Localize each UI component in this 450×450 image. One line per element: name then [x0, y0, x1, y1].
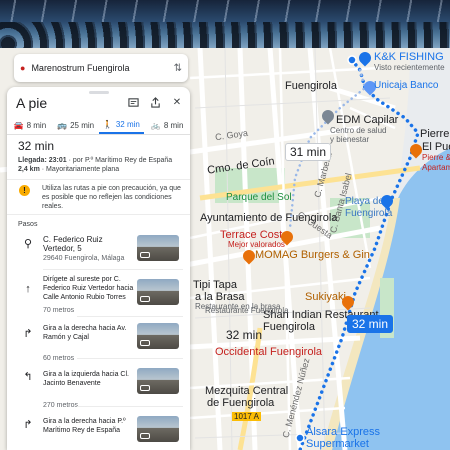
poi-alsara[interactable]: Alsara Express [306, 426, 380, 438]
directions-options-icon[interactable] [126, 95, 140, 109]
warning-icon: ! [19, 185, 30, 196]
poi-el-puerto[interactable]: El Puerto [422, 141, 450, 153]
destination-text: Marenostrum Fuengirola [31, 63, 130, 73]
turn-left-icon: ↰ [23, 371, 33, 383]
poi-pierre-sub: Pierre & V [422, 153, 450, 162]
route-duration-alt[interactable]: 31 min [285, 143, 332, 161]
poi-edm-sub: Centro de salud y bienestar [330, 126, 387, 144]
poi-shan-2: Fuengirola [263, 321, 315, 333]
warning-text: Utiliza las rutas a pie con precaución, … [42, 185, 181, 210]
turn-right-icon: ↱ [23, 328, 33, 340]
route-distance: 2,4 km [18, 166, 40, 173]
distance-line: 2,4 km · Mayoritariamente plana [18, 166, 120, 173]
poi-supermarket: Supermarket [306, 438, 369, 450]
travel-mode-tabs: 🚘 8 min 🚌 25 min 🚶 32 min 🚲 8 min [7, 117, 190, 135]
route-summary: 32 min Llegada: 23:01 · por P.º Marítimo… [18, 139, 172, 173]
road-shield-1017a: 1017 A [232, 412, 261, 421]
route-duration-lower[interactable]: 32 min [222, 327, 266, 343]
poi-tipi-tapa[interactable]: Tipi Tapa [193, 279, 237, 291]
street-view-thumbnail[interactable] [137, 416, 179, 442]
route-duration-selected[interactable]: 32 min [347, 315, 394, 333]
steps-heading: Pasos [18, 221, 38, 228]
bike-icon: 🚲 [150, 121, 161, 130]
street-view-thumbnail[interactable] [137, 279, 179, 305]
route-duration: 32 min [18, 139, 55, 153]
car-icon: 🚘 [13, 121, 24, 130]
poi-apartamento: Apartame [422, 163, 450, 172]
screen: K&K FISHING Visto recientemente Unicaja … [0, 0, 450, 450]
turn-right-icon: ↱ [23, 419, 33, 431]
close-icon[interactable]: ✕ [170, 95, 184, 109]
poi-mezquita-2: de Fuengirola [207, 397, 275, 409]
poi-mezquita[interactable]: Mezquita Central [205, 385, 288, 397]
share-icon[interactable] [148, 95, 162, 109]
poi-momag[interactable]: MOMAG Burgers & Gin [255, 249, 370, 261]
street-view-thumbnail[interactable] [137, 235, 179, 261]
poi-ayuntamiento[interactable]: Ayuntamiento de Fuengirola [200, 212, 337, 224]
arrival-time: 23:01 [48, 157, 67, 164]
mode-car[interactable]: 🚘 8 min [7, 117, 53, 134]
poi-terrace-sub: Mejor valorados [228, 240, 285, 249]
street-view-thumbnail[interactable] [137, 323, 179, 349]
mode-bike[interactable]: 🚲 8 min [144, 117, 190, 134]
walking-warning: ! Utiliza las rutas a pie con precaución… [7, 179, 190, 215]
bus-icon: 🚌 [57, 121, 68, 130]
location-pin-icon: ⚲ [23, 238, 33, 250]
poi-kk-fishing[interactable]: K&K FISHING [374, 51, 444, 63]
arrow-up-icon: ↑ [25, 283, 31, 295]
browser-backdrop-photo [0, 0, 450, 48]
poi-kk-fishing-sub: Visto recientemente [374, 63, 445, 72]
poi-playa-2: Fuengirola [345, 208, 393, 219]
poi-unicaja[interactable]: Unicaja Banco [374, 80, 438, 91]
mode-walk[interactable]: 🚶 32 min [98, 117, 145, 134]
arrival-line: Llegada: 23:01 · por P.º Marítimo Rey de… [18, 157, 173, 164]
poi-sukiyaki[interactable]: Sukiyaki [305, 291, 346, 303]
panel-drag-handle[interactable] [89, 91, 109, 94]
poi-restaurante-fuengirola: Restaurante Fuengirola [205, 306, 289, 315]
poi-occidental[interactable]: Occidental Fuengirola [215, 346, 322, 358]
area-fuengirola: Fuengirola [285, 80, 337, 92]
panel-title: A pie [16, 95, 48, 111]
poi-pierre[interactable]: Pierre & [420, 128, 450, 140]
location-pin-icon: ● [20, 63, 26, 73]
poi-edm-capilar[interactable]: EDM Capilar [336, 114, 398, 126]
mode-transit[interactable]: 🚌 25 min [53, 117, 99, 134]
directions-panel: A pie ✕ 🚘 8 min 🚌 25 min 🚶 32 min 🚲 8 min 32… [7, 87, 190, 450]
poi-parque-del-sol[interactable]: Parque del Sol [226, 192, 292, 203]
walk-icon: 🚶 [102, 120, 113, 129]
poi-playa[interactable]: Playa de [345, 196, 384, 207]
destination-search-box[interactable]: ● Marenostrum Fuengirola ⇅ [14, 54, 188, 82]
swap-directions-icon[interactable]: ⇅ [174, 63, 182, 74]
street-view-thumbnail[interactable] [137, 368, 179, 394]
